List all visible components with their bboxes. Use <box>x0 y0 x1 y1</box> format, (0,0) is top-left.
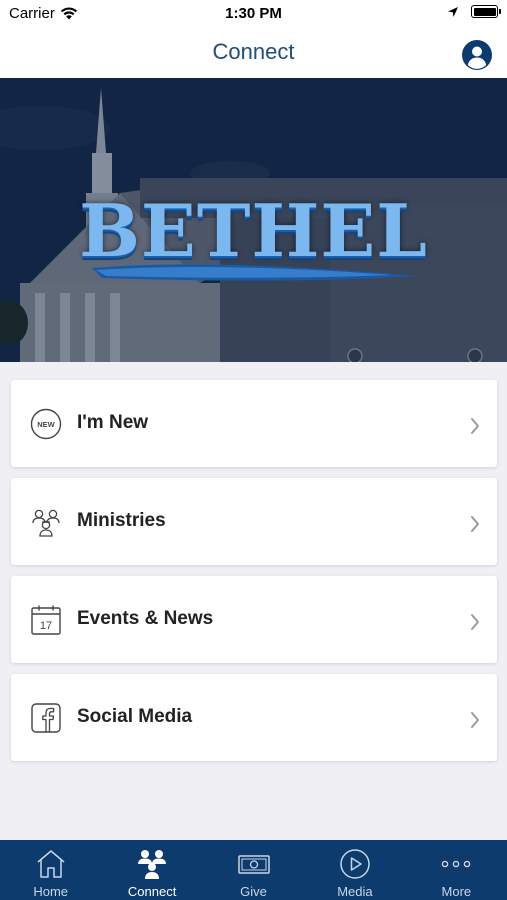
menu-item-label: Events & News <box>77 608 214 629</box>
user-avatar-icon <box>463 41 491 69</box>
connect-menu-list: NEW I'm New Ministries 17 Events & News … <box>11 380 497 772</box>
more-dots-icon <box>442 860 471 868</box>
status-bar: Carrier 1:30 PM <box>0 0 507 30</box>
play-circle-icon <box>340 849 370 879</box>
new-badge-text: NEW <box>37 420 55 429</box>
tab-label: More <box>441 884 472 899</box>
tab-label: Media <box>337 884 373 899</box>
calendar-day-text: 17 <box>40 620 52 632</box>
menu-item-ministries[interactable]: Ministries <box>11 478 497 565</box>
home-icon <box>37 850 65 878</box>
tab-media[interactable]: Media <box>304 840 405 900</box>
tab-bar: Home Connect Give Media More <box>0 840 507 900</box>
battery-icon <box>471 5 501 18</box>
chevron-right-icon <box>471 712 479 728</box>
location-arrow-icon <box>448 6 458 17</box>
menu-item-label: Ministries <box>77 510 166 531</box>
people-group-icon <box>32 509 60 537</box>
menu-item-im-new[interactable]: NEW I'm New <box>11 380 497 467</box>
tab-more[interactable]: More <box>406 840 507 900</box>
cash-icon <box>237 855 270 874</box>
chevron-right-icon <box>471 516 479 532</box>
menu-item-label: I'm New <box>77 412 149 433</box>
calendar-icon: 17 <box>31 605 61 635</box>
tab-label: Give <box>240 884 267 899</box>
tab-home[interactable]: Home <box>0 840 101 900</box>
chevron-right-icon <box>471 614 479 630</box>
chevron-right-icon <box>471 418 479 434</box>
logo-swoosh <box>92 264 418 281</box>
new-badge-icon: NEW <box>30 408 62 440</box>
tab-give[interactable]: Give <box>203 840 304 900</box>
profile-button[interactable] <box>462 40 492 70</box>
navigation-bar: Connect <box>0 30 507 78</box>
menu-item-events-news[interactable]: 17 Events & News <box>11 576 497 663</box>
page-title: Connect <box>212 39 295 64</box>
menu-item-label: Social Media <box>77 706 193 727</box>
status-time: 1:30 PM <box>225 5 282 22</box>
tab-label: Home <box>33 884 69 899</box>
menu-item-social-media[interactable]: Social Media <box>11 674 497 761</box>
hero-banner: BETHEL <box>0 78 507 362</box>
tab-label: Connect <box>127 884 177 899</box>
people-group-icon <box>138 850 167 879</box>
facebook-icon <box>31 703 61 733</box>
tab-connect[interactable]: Connect <box>101 840 202 900</box>
